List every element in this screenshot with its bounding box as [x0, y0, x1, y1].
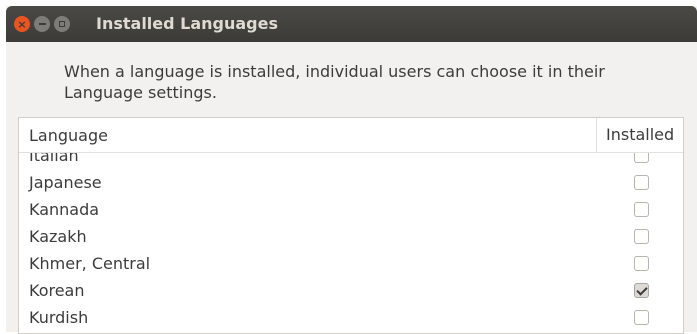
column-header-language[interactable]: Language	[29, 126, 108, 145]
maximize-window-button[interactable]	[54, 16, 70, 32]
language-name: Khmer, Central	[29, 254, 151, 273]
installed-checkbox[interactable]	[634, 256, 649, 271]
language-name: Italian	[29, 153, 79, 165]
title-bar[interactable]: × Installed Languages	[6, 6, 697, 42]
installed-checkbox[interactable]	[634, 202, 649, 217]
dialog-description: When a language is installed, individual…	[64, 62, 605, 102]
column-header-installed[interactable]: Installed	[596, 118, 674, 152]
minimize-icon	[38, 23, 46, 25]
installed-checkbox[interactable]	[634, 310, 649, 325]
installed-checkbox[interactable]	[634, 175, 649, 190]
list-item[interactable]: Italian	[19, 153, 683, 169]
language-name: Korean	[29, 281, 85, 300]
list-item[interactable]: Khmer, Central	[19, 250, 683, 277]
minimize-window-button[interactable]	[34, 16, 50, 32]
list-item[interactable]: Kannada	[19, 196, 683, 223]
language-list[interactable]: Language Installed Italian Japanese Kann…	[18, 117, 684, 334]
installed-languages-dialog: × Installed Languages When a language is…	[6, 6, 697, 334]
language-name: Japanese	[29, 173, 102, 192]
list-item[interactable]: Korean	[19, 277, 683, 304]
list-item[interactable]: Kurdish	[19, 304, 683, 331]
close-window-button[interactable]: ×	[14, 16, 30, 32]
installed-checkbox[interactable]	[634, 283, 649, 298]
language-name: Kannada	[29, 200, 100, 219]
list-body[interactable]: Italian Japanese Kannada Kazakh Khmer, C…	[19, 153, 683, 333]
list-item[interactable]: Kazakh	[19, 223, 683, 250]
installed-checkbox[interactable]	[634, 229, 649, 244]
window-title: Installed Languages	[96, 14, 279, 33]
language-name: Kazakh	[29, 227, 87, 246]
installed-checkbox[interactable]	[634, 153, 649, 163]
list-item[interactable]: Japanese	[19, 169, 683, 196]
close-icon: ×	[17, 17, 27, 31]
maximize-icon	[59, 21, 65, 27]
list-header: Language Installed	[19, 118, 683, 153]
language-name: Kurdish	[29, 308, 89, 327]
